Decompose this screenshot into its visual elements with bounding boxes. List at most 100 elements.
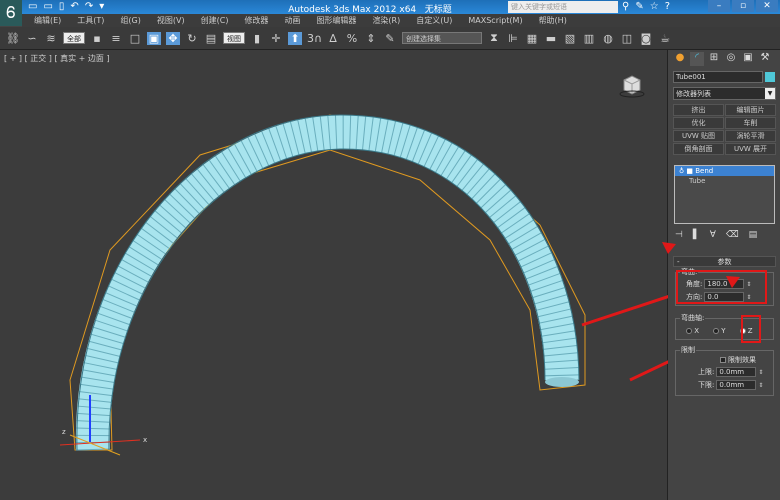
- object-name-field[interactable]: Tube001: [673, 71, 763, 83]
- object-color-swatch[interactable]: [765, 72, 775, 82]
- new-icon[interactable]: ▭: [28, 1, 37, 12]
- configure-sets-icon[interactable]: ▤: [749, 230, 758, 240]
- schematic-icon[interactable]: ▥: [582, 32, 596, 45]
- binoculars-icon[interactable]: ⚲: [622, 1, 629, 12]
- minimize-button[interactable]: –: [708, 0, 730, 12]
- menu-group[interactable]: 组(G): [120, 15, 140, 26]
- gizmo-z-label: z: [62, 428, 66, 436]
- window-crossing-icon[interactable]: ▣: [147, 31, 161, 45]
- modifier-button-lathe[interactable]: 车削: [725, 117, 776, 129]
- utilities-tab-icon[interactable]: ⚒: [758, 52, 772, 66]
- menu-edit[interactable]: 编辑(E): [34, 15, 61, 26]
- render-frame-icon[interactable]: ◙: [639, 32, 653, 45]
- close-button[interactable]: ✕: [756, 0, 778, 12]
- modifier-button-uvw-map[interactable]: UVW 贴图: [673, 130, 724, 142]
- pin-stack-icon[interactable]: ⊣: [675, 230, 683, 240]
- search-input[interactable]: 键入关键字或短语: [508, 1, 618, 13]
- graphite-icon[interactable]: ▬: [544, 32, 558, 45]
- upper-limit-spinner[interactable]: ⇕: [758, 369, 763, 376]
- menu-graph-editors[interactable]: 图形编辑器: [316, 15, 356, 26]
- menu-views[interactable]: 视图(V): [157, 15, 185, 26]
- bind-spacewarp-icon[interactable]: ≋: [44, 32, 58, 45]
- modifier-list-dropdown[interactable]: 修改器列表 ▼: [673, 87, 776, 100]
- upper-limit-input[interactable]: 0.0mm: [716, 367, 757, 377]
- menu-create[interactable]: 创建(C): [201, 15, 229, 26]
- manipulate-icon[interactable]: ✛: [269, 32, 283, 45]
- link-icon[interactable]: ⛓: [6, 32, 20, 45]
- modifier-button-edit-patch[interactable]: 编辑面片: [725, 104, 776, 116]
- viewcube-icon[interactable]: [618, 72, 646, 100]
- align-icon[interactable]: ⊫: [506, 32, 520, 45]
- menu-rendering[interactable]: 渲染(R): [372, 15, 400, 26]
- material-editor-icon[interactable]: ◍: [601, 32, 615, 45]
- stack-item-tube[interactable]: Tube: [675, 176, 774, 186]
- axis-y-radio[interactable]: Y: [713, 327, 726, 335]
- spinner-snap-icon[interactable]: ⇕: [364, 32, 378, 45]
- percent-snap-icon[interactable]: %: [345, 32, 359, 45]
- display-tab-icon[interactable]: ▣: [741, 52, 755, 66]
- menu-maxscript[interactable]: MAXScript(M): [468, 16, 522, 25]
- create-tab-icon[interactable]: ●: [673, 52, 687, 66]
- rotate-icon[interactable]: ↻: [185, 32, 199, 45]
- menu-customize[interactable]: 自定义(U): [416, 15, 452, 26]
- bend-axis-label: 弯曲轴:: [680, 313, 706, 323]
- modifier-button-optimize[interactable]: 优化: [673, 117, 724, 129]
- selection-filter-dropdown[interactable]: 全部: [63, 32, 85, 44]
- upper-limit-label: 上限:: [698, 368, 715, 376]
- main-toolbar: ⛓ ∽ ≋ 全部 ▪ ≡ □ ▣ ✥ ↻ ▤ 视图 ▮ ✛ ⬆ 3∩ ∆ % ⇕…: [0, 27, 780, 50]
- keyboard-shortcut-icon[interactable]: ⬆: [288, 31, 302, 45]
- scale-icon[interactable]: ▤: [204, 32, 218, 45]
- mirror-icon[interactable]: ⧗: [487, 31, 501, 45]
- layer-icon[interactable]: ▦: [525, 32, 539, 45]
- edit-named-sets-icon[interactable]: ✎: [383, 32, 397, 45]
- limits-label: 限制: [680, 345, 696, 355]
- save-icon[interactable]: ▯: [59, 1, 65, 12]
- render-setup-icon[interactable]: ◫: [620, 32, 634, 45]
- undo-icon[interactable]: ↶: [70, 1, 78, 12]
- hierarchy-tab-icon[interactable]: ⊞: [707, 52, 721, 66]
- menu-modifiers[interactable]: 修改器: [244, 15, 268, 26]
- rect-selection-icon[interactable]: □: [128, 32, 142, 45]
- lower-limit-input[interactable]: 0.0mm: [716, 380, 757, 390]
- angle-snap-icon[interactable]: ∆: [326, 32, 340, 45]
- lower-limit-spinner[interactable]: ⇕: [758, 382, 763, 389]
- bulb-icon[interactable]: ♁: [679, 167, 684, 175]
- star-icon[interactable]: ☆: [650, 1, 659, 12]
- show-end-result-icon[interactable]: ▌: [693, 230, 700, 240]
- select-by-name-icon[interactable]: ≡: [109, 32, 123, 45]
- redo-icon[interactable]: ↷: [85, 1, 93, 12]
- viewport-perspective[interactable]: [ + ] [ 正交 ] [ 真实 + 边面 ] x z: [0, 50, 668, 500]
- remove-modifier-icon[interactable]: ⌫: [726, 230, 739, 240]
- snap-icon[interactable]: 3∩: [307, 32, 322, 45]
- modifier-button-bevel-profile[interactable]: 倒角剖面: [673, 143, 724, 155]
- modifier-button-unwrap-uvw[interactable]: UVW 展开: [725, 143, 776, 155]
- limit-effect-checkbox[interactable]: [720, 357, 726, 363]
- unlink-icon[interactable]: ∽: [25, 32, 39, 45]
- modifier-button-extrude[interactable]: 挤出: [673, 104, 724, 116]
- move-icon[interactable]: ✥: [166, 31, 180, 45]
- axis-x-radio[interactable]: X: [686, 327, 699, 335]
- stack-item-bend[interactable]: ♁ ■ Bend: [675, 166, 774, 176]
- app-logo-icon[interactable]: Ꮾ: [0, 0, 22, 26]
- named-selection-dropdown[interactable]: 创建选择集: [402, 32, 482, 44]
- open-icon[interactable]: ▭: [43, 1, 52, 12]
- restore-button[interactable]: ▫: [732, 0, 754, 12]
- gizmo-x-label: x: [143, 436, 147, 444]
- pivot-icon[interactable]: ▮: [250, 32, 264, 45]
- wrench-icon[interactable]: ✎: [635, 1, 643, 12]
- reference-coord-dropdown[interactable]: 视图: [223, 32, 245, 44]
- motion-tab-icon[interactable]: ◎: [724, 52, 738, 66]
- dropdown-icon[interactable]: ▾: [99, 1, 104, 12]
- teapot-render-icon[interactable]: ☕: [658, 32, 672, 45]
- curve-editor-icon[interactable]: ▧: [563, 32, 577, 45]
- make-unique-icon[interactable]: ∀: [710, 230, 716, 240]
- modify-tab-icon[interactable]: ◜: [690, 52, 704, 66]
- menu-animation[interactable]: 动画: [284, 15, 300, 26]
- collapse-icon: -: [677, 258, 680, 266]
- modifier-button-turbosmooth[interactable]: 涡轮平滑: [725, 130, 776, 142]
- parameters-rollout-header[interactable]: - 参数: [673, 256, 776, 267]
- menu-tools[interactable]: 工具(T): [77, 15, 104, 26]
- help-icon[interactable]: ?: [665, 1, 670, 12]
- menu-help[interactable]: 帮助(H): [539, 15, 567, 26]
- select-object-icon[interactable]: ▪: [90, 32, 104, 45]
